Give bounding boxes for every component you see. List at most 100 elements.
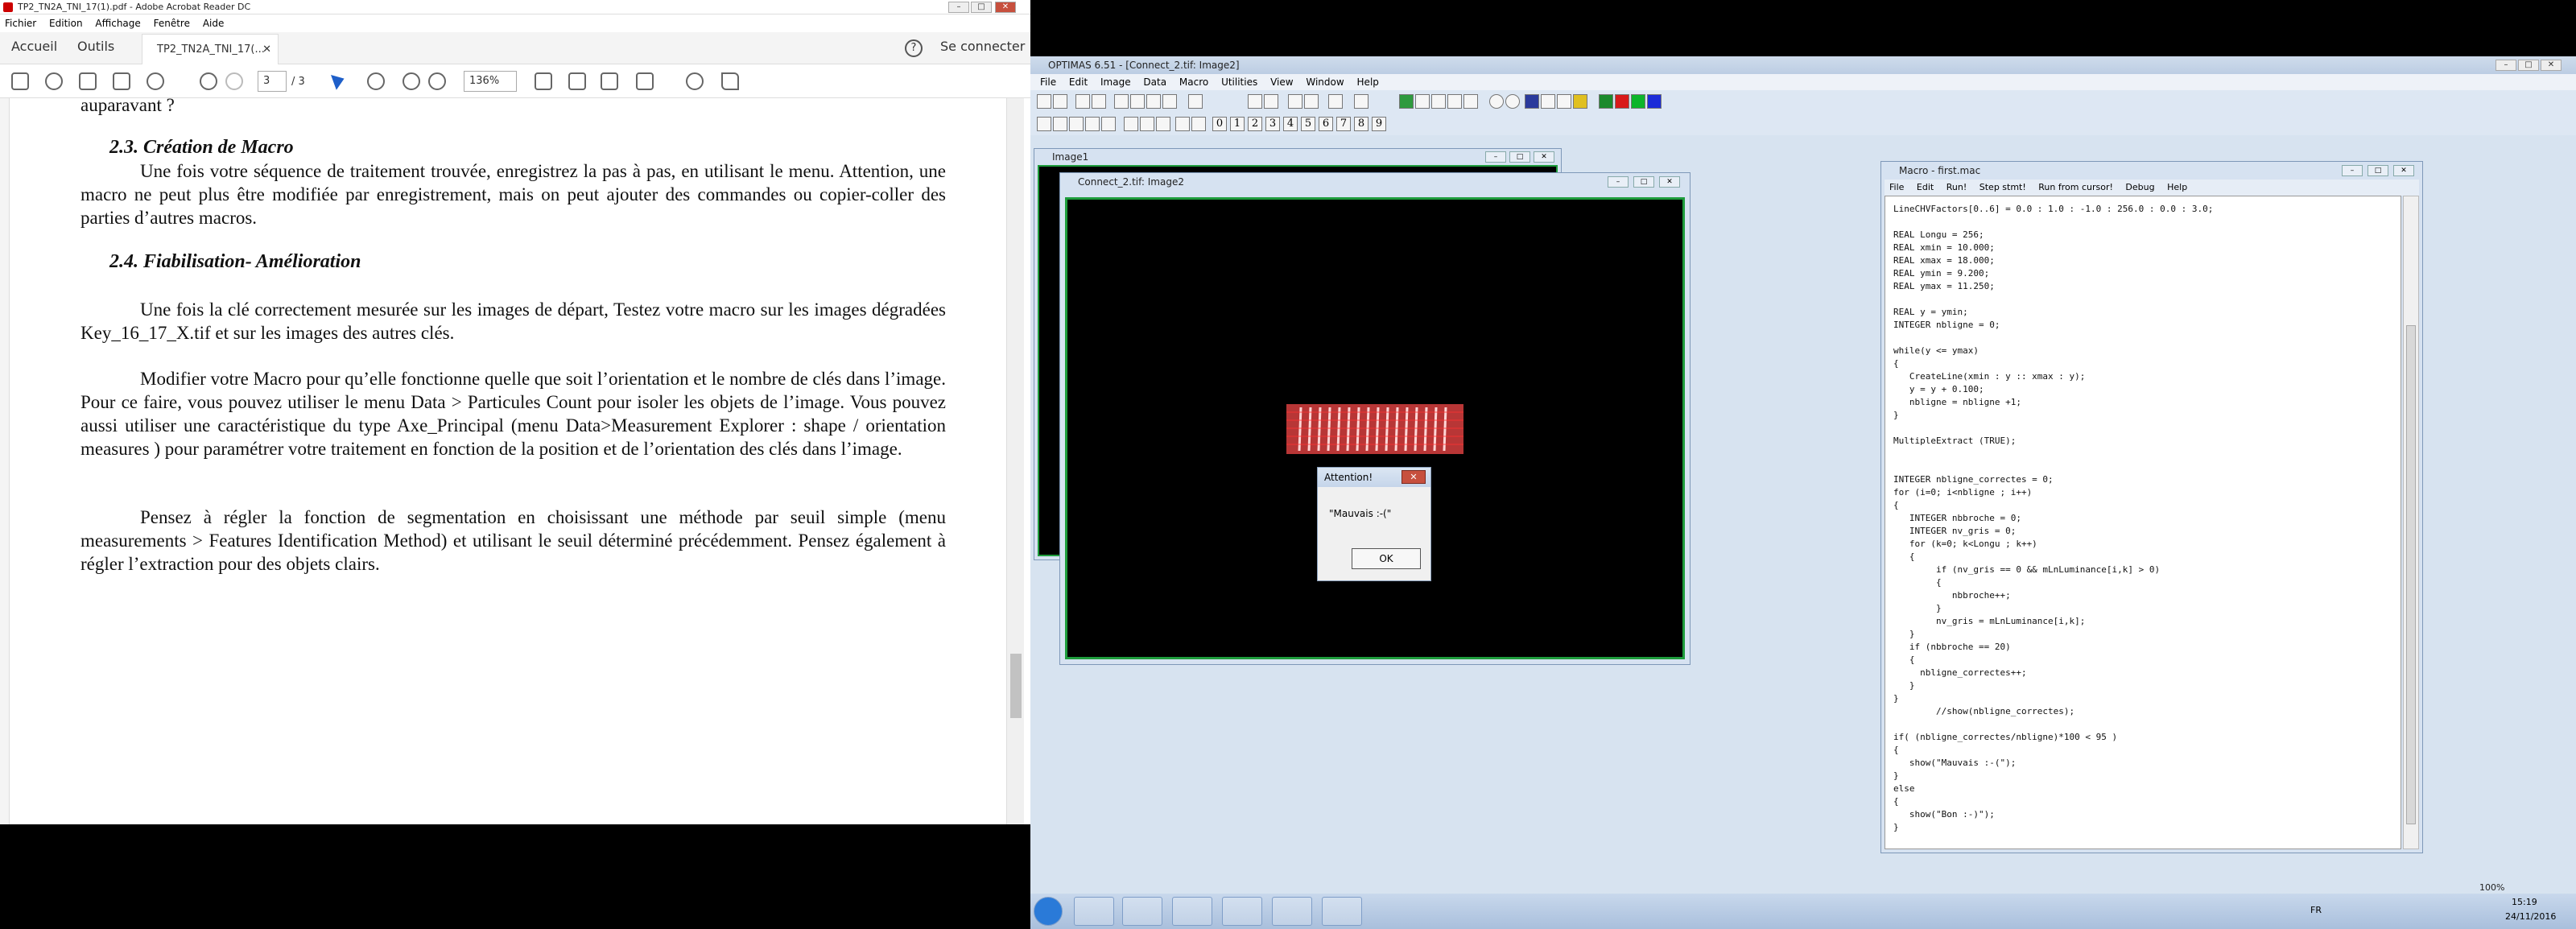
tab-document[interactable]: TP2_TN2A_TNI_17(... ✕ — [142, 34, 279, 64]
macro-tool-3-icon[interactable] — [1069, 117, 1084, 131]
mail-icon[interactable] — [113, 72, 130, 90]
save-as-icon[interactable] — [1092, 94, 1106, 109]
num-button-6[interactable]: 6 — [1319, 117, 1333, 131]
scroll-thumb[interactable] — [1010, 654, 1022, 718]
menu-aide[interactable]: Aide — [198, 14, 229, 32]
macro-menu-help[interactable]: Help — [2162, 182, 2192, 192]
signin-link[interactable]: Se connecter — [940, 39, 1025, 54]
save-icon[interactable] — [1075, 94, 1090, 109]
num-button-8[interactable]: 8 — [1354, 117, 1368, 131]
language-indicator[interactable]: FR — [2310, 905, 2322, 915]
sign-icon[interactable] — [721, 72, 739, 90]
upload-icon[interactable] — [45, 72, 63, 90]
tab-outils[interactable]: Outils — [77, 39, 114, 54]
opt-close-button[interactable]: ✕ — [2541, 60, 2562, 71]
macro-tool-10-icon[interactable] — [1191, 117, 1206, 131]
opt-menu-file[interactable]: File — [1035, 76, 1061, 88]
tool-c-icon[interactable] — [1431, 94, 1446, 109]
opt-menu-help[interactable]: Help — [1352, 76, 1384, 88]
new-icon[interactable] — [1037, 94, 1051, 109]
opt-menu-window[interactable]: Window — [1301, 76, 1348, 88]
macro-menu-file[interactable]: File — [1885, 182, 1909, 192]
image2-close-button[interactable]: ✕ — [1659, 176, 1680, 188]
image1-maximize-button[interactable]: □ — [1509, 151, 1530, 163]
macro-tool-7-icon[interactable] — [1140, 117, 1154, 131]
num-button-5[interactable]: 5 — [1301, 117, 1315, 131]
macro-menu-run[interactable]: Run! — [1942, 182, 1972, 192]
clock-time[interactable]: 15:19 — [2512, 897, 2537, 907]
macro-tool-4-icon[interactable] — [1085, 117, 1100, 131]
explorer-icon[interactable] — [1122, 897, 1162, 926]
zoom-in-icon[interactable] — [428, 72, 446, 90]
blue-a-icon[interactable] — [1525, 94, 1539, 109]
circle-b-icon[interactable] — [1505, 94, 1520, 109]
hand-icon[interactable] — [367, 72, 385, 90]
num-button-1[interactable]: 1 — [1230, 117, 1245, 131]
menu-edition[interactable]: Edition — [44, 14, 88, 32]
macro-tool-8-icon[interactable] — [1156, 117, 1170, 131]
image2-maximize-button[interactable]: □ — [1633, 176, 1654, 188]
macro-menu-edit[interactable]: Edit — [1912, 182, 1938, 192]
macro-scroll-thumb[interactable] — [2406, 325, 2416, 824]
fullscreen-icon[interactable] — [601, 72, 618, 90]
comment-icon[interactable] — [686, 72, 704, 90]
grid-icon[interactable] — [1447, 94, 1462, 109]
zoom-select[interactable]: 136% — [464, 71, 517, 92]
num-button-2[interactable]: 2 — [1248, 117, 1262, 131]
line-tool-icon[interactable] — [1304, 94, 1319, 109]
num-button-4[interactable]: 4 — [1283, 117, 1298, 131]
pointer-icon[interactable] — [1248, 94, 1262, 109]
ok-button[interactable]: OK — [1352, 548, 1421, 569]
macro-scrollbar[interactable] — [2403, 196, 2419, 849]
blue-box-icon[interactable] — [1647, 94, 1662, 109]
macro-minimize-button[interactable]: – — [2342, 165, 2363, 176]
scroll-mode-icon[interactable] — [568, 72, 586, 90]
copy-icon[interactable] — [1130, 94, 1145, 109]
circle-a-icon[interactable] — [1489, 94, 1504, 109]
pdf-scrollbar[interactable] — [1006, 98, 1024, 824]
area-tool-icon[interactable] — [1328, 94, 1343, 109]
menu-fenetre[interactable]: Fenêtre — [149, 14, 195, 32]
page-number-input[interactable]: 3 — [258, 71, 287, 92]
print-icon[interactable] — [79, 72, 97, 90]
close-tab-icon[interactable]: ✕ — [262, 35, 271, 65]
macro-code-editor[interactable]: LineCHVFactors[0..6] = 0.0 : 1.0 : -1.0 … — [1885, 196, 2401, 849]
image1-close-button[interactable]: ✕ — [1534, 151, 1554, 163]
image2-minimize-button[interactable]: – — [1608, 176, 1629, 188]
cut-icon[interactable] — [1114, 94, 1129, 109]
open-icon[interactable] — [1053, 94, 1067, 109]
select-cursor-icon[interactable] — [331, 71, 347, 90]
num-button-0[interactable]: 0 — [1212, 117, 1227, 131]
alert-close-button[interactable]: ✕ — [1402, 470, 1426, 484]
point-tool-icon[interactable] — [1288, 94, 1302, 109]
settings-icon[interactable] — [1188, 94, 1203, 109]
opt-menu-edit[interactable]: Edit — [1064, 76, 1092, 88]
macro-tool-1-icon[interactable] — [1037, 117, 1051, 131]
page-down-icon[interactable] — [225, 72, 243, 90]
search-icon[interactable] — [147, 72, 164, 90]
green-tool-icon[interactable] — [1399, 94, 1414, 109]
check-icon[interactable] — [1354, 94, 1368, 109]
num-button-9[interactable]: 9 — [1372, 117, 1386, 131]
macro-maximize-button[interactable]: □ — [2368, 165, 2388, 176]
menu-fichier[interactable]: Fichier — [0, 14, 41, 32]
green-box-icon[interactable] — [1599, 94, 1613, 109]
zoom-out-icon[interactable] — [402, 72, 420, 90]
hash-icon[interactable] — [1541, 94, 1555, 109]
opt-maximize-button[interactable]: □ — [2518, 60, 2539, 71]
start-button[interactable] — [1034, 897, 1063, 926]
yellow-icon[interactable] — [1573, 94, 1587, 109]
select-icon[interactable] — [1264, 94, 1278, 109]
opt-menu-utilities[interactable]: Utilities — [1216, 76, 1262, 88]
maximize-button[interactable]: □ — [971, 2, 992, 13]
paste-icon[interactable] — [1146, 94, 1161, 109]
macro-tool-6-icon[interactable] — [1124, 117, 1138, 131]
macro-tool-2-icon[interactable] — [1053, 117, 1067, 131]
zoom-icon[interactable] — [1463, 94, 1478, 109]
tab-accueil[interactable]: Accueil — [11, 39, 57, 54]
num-button-7[interactable]: 7 — [1336, 117, 1351, 131]
save-icon[interactable] — [11, 72, 29, 90]
page-up-icon[interactable] — [200, 72, 217, 90]
stamp-icon[interactable] — [636, 72, 654, 90]
ie-icon[interactable] — [1074, 897, 1114, 926]
